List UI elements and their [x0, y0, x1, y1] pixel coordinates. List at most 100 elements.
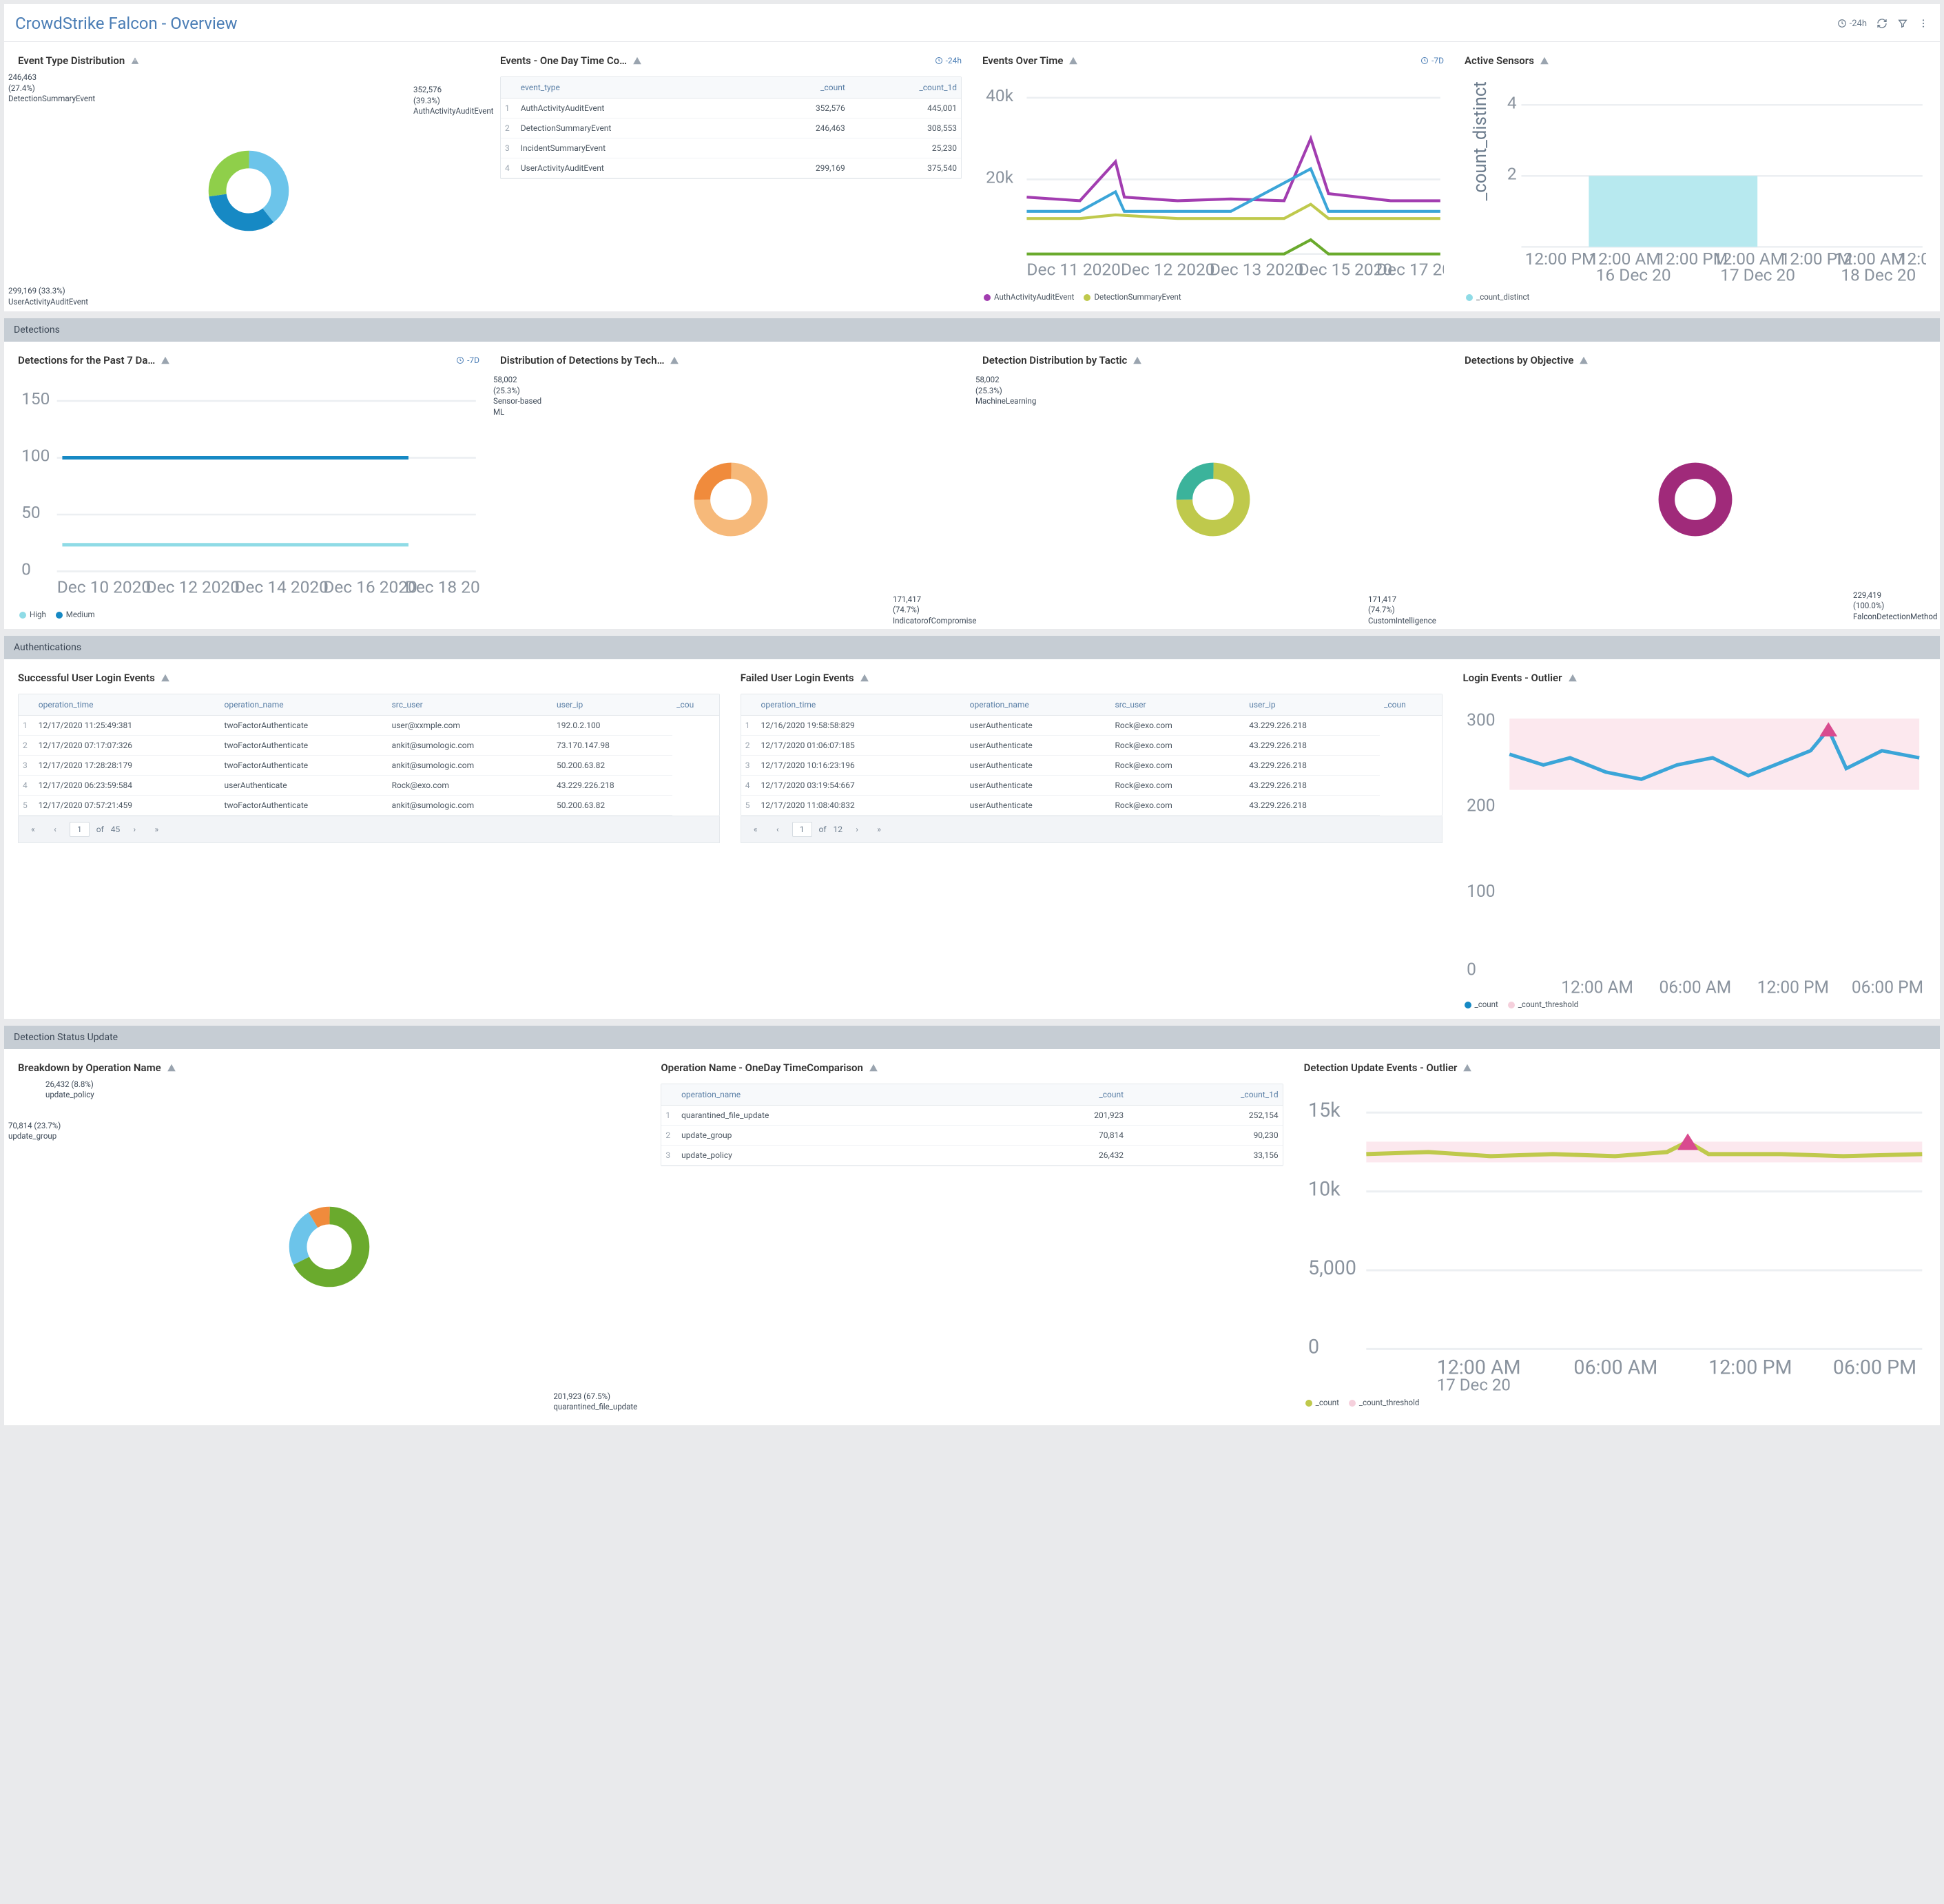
section-auth: Authentications: [4, 636, 1940, 659]
col[interactable]: _coun: [1380, 694, 1442, 716]
chart-login-outlier[interactable]: 300 200 100 0 12:00 AM17 Dec 20 06:00 AM…: [1456, 690, 1934, 1019]
table-row[interactable]: 3update_policy26,43233,156: [661, 1145, 1282, 1165]
legend-item: Medium: [66, 610, 95, 619]
panel-title: Detections for the Past 7 Da…: [18, 354, 155, 366]
panel-failed-login: Failed User Login Events operation_time …: [734, 666, 1449, 1019]
svg-text:4: 4: [1507, 92, 1517, 112]
chart-breakdown-op[interactable]: 26,432 (8.8%) update_policy 70,814 (23.7…: [11, 1079, 647, 1417]
col[interactable]: operation_name: [966, 694, 1111, 716]
chart-detections-7d[interactable]: 150 100 50 0 Dec 10 2020 Dec 12 2020 Dec…: [11, 372, 486, 629]
page-title: CrowdStrike Falcon - Overview: [15, 14, 238, 33]
table-success-login[interactable]: operation_time operation_name src_user u…: [18, 694, 720, 816]
legend: _count _count_threshold: [1304, 1395, 1926, 1410]
chart-dist-by-tactic[interactable]: 58,002 (25.3%) MachineLearning 171,417 (…: [975, 372, 1451, 629]
chart-det-update-outlier[interactable]: 15k 10k 5,000 0 12:00 AM17 Dec 20 06:00 …: [1297, 1079, 1933, 1417]
table-row[interactable]: 412/17/2020 03:19:54:667userAuthenticate…: [741, 776, 1442, 796]
refresh-icon[interactable]: [1876, 18, 1888, 29]
svg-text:0: 0: [21, 559, 31, 579]
time-label: -24h: [946, 56, 962, 65]
col[interactable]: operation_name: [677, 1084, 1000, 1106]
col[interactable]: _cou: [672, 694, 719, 716]
pager-next-icon[interactable]: ›: [849, 822, 865, 837]
pager-next-icon[interactable]: ›: [127, 822, 142, 837]
table-row[interactable]: 112/17/2020 11:25:49:381twoFactorAuthent…: [19, 716, 719, 736]
filter-icon[interactable]: [1897, 18, 1908, 29]
col[interactable]: user_ip: [552, 694, 672, 716]
section-detections: Detections: [4, 318, 1940, 342]
pager-first-icon[interactable]: «: [25, 822, 41, 837]
time-range-button[interactable]: -24h: [1837, 19, 1867, 29]
panel-time-badge[interactable]: -7D: [456, 355, 479, 365]
slice-label-b: 171,417 (74.7%) IndicatorofCompromise: [893, 594, 969, 627]
pager-prev-icon[interactable]: ‹: [770, 822, 785, 837]
col[interactable]: operation_time: [757, 694, 966, 716]
panel-title: Events - One Day Time Co…: [500, 54, 627, 67]
svg-text:Dec 12 2020: Dec 12 2020: [146, 577, 240, 597]
pager-last-icon[interactable]: »: [149, 822, 164, 837]
svg-text:50: 50: [21, 502, 41, 522]
panel-events-over-time: Events Over Time -7D 40k 20k: [975, 49, 1451, 311]
svg-text:10k: 10k: [1308, 1177, 1341, 1201]
warn-icon: [167, 1063, 176, 1073]
pager-last-icon[interactable]: »: [871, 822, 887, 837]
panel-active-sensors: Active Sensors _count_distinct 4 2 12:00…: [1458, 49, 1933, 311]
table-row[interactable]: 312/17/2020 10:16:23:196userAuthenticate…: [741, 756, 1442, 776]
col[interactable]: src_user: [388, 694, 552, 716]
pager-current[interactable]: 1: [70, 822, 90, 837]
svg-text:12:00 PM: 12:00 PM: [1757, 977, 1828, 997]
table-row[interactable]: 212/17/2020 07:17:07:326twoFactorAuthent…: [19, 736, 719, 756]
svg-text:Dec 18 2020: Dec 18 2020: [405, 577, 479, 597]
svg-text:100: 100: [1467, 881, 1495, 901]
svg-text:_count_distinct: _count_distinct: [1470, 81, 1491, 200]
chart-active-sensors[interactable]: _count_distinct 4 2 12:00 PM 12:00 AM16 …: [1458, 72, 1933, 311]
legend: High Medium: [18, 607, 479, 622]
slice-label-c: 201,923 (67.5%) quarantined_file_update: [553, 1391, 650, 1413]
table-row[interactable]: 2update_group70,81490,230: [661, 1125, 1282, 1145]
table-row[interactable]: 412/17/2020 06:23:59:584userAuthenticate…: [19, 776, 719, 796]
table-row[interactable]: 1AuthActivityAuditEvent352,576445,001: [501, 99, 961, 118]
table-row[interactable]: 312/17/2020 17:28:28:179twoFactorAuthent…: [19, 756, 719, 776]
table-row[interactable]: 3IncidentSummaryEvent25,230: [501, 138, 961, 158]
col[interactable]: user_ip: [1245, 694, 1380, 716]
svg-text:15k: 15k: [1308, 1098, 1341, 1121]
col[interactable]: _count: [1000, 1084, 1128, 1106]
chart-det-by-obj[interactable]: 229,419 (100.0%) FalconDetectionMethod: [1458, 372, 1933, 629]
svg-text:150: 150: [21, 389, 50, 408]
panel-time-badge[interactable]: -24h: [935, 56, 962, 65]
chart-dist-by-tech[interactable]: 58,002 (25.3%) Sensor-based ML 171,417 (…: [493, 372, 969, 629]
pager-prev-icon[interactable]: ‹: [48, 822, 63, 837]
warn-icon: [632, 56, 642, 65]
table-row[interactable]: 4UserActivityAuditEvent299,169375,540: [501, 158, 961, 178]
table-row[interactable]: 2DetectionSummaryEvent246,463308,553: [501, 118, 961, 138]
svg-text:17 Dec 20: 17 Dec 20: [1561, 995, 1624, 996]
table-row[interactable]: 512/17/2020 07:57:21:459twoFactorAuthent…: [19, 796, 719, 816]
table-row[interactable]: 212/17/2020 01:06:07:185userAuthenticate…: [741, 736, 1442, 756]
panel-time-badge[interactable]: -7D: [1420, 56, 1444, 65]
panel-detections-7d: Detections for the Past 7 Da… -7D 150 10…: [11, 349, 486, 629]
panel-det-update-outlier: Detection Update Events - Outlier 15k 10…: [1297, 1056, 1933, 1417]
col[interactable]: operation_time: [34, 694, 220, 716]
panel-det-by-obj: Detections by Objective 229,419 (100.0%)…: [1458, 349, 1933, 629]
col-count-1d[interactable]: _count_1d: [849, 77, 961, 99]
legend-item: _count_threshold: [1518, 1000, 1579, 1009]
table-row[interactable]: 1quarantined_file_update201,923252,154: [661, 1105, 1282, 1125]
section-status: Detection Status Update: [4, 1026, 1940, 1049]
col[interactable]: operation_name: [220, 694, 388, 716]
svg-text:Dec 11 2020: Dec 11 2020: [1026, 260, 1121, 280]
col[interactable]: _count_1d: [1128, 1084, 1283, 1106]
pager-first-icon[interactable]: «: [748, 822, 763, 837]
col-count[interactable]: _count: [757, 77, 849, 99]
legend-item: DetectionSummaryEvent: [1094, 292, 1181, 302]
chart-event-type-dist[interactable]: 352,576 (39.3%) AuthActivityAuditEvent 2…: [11, 72, 486, 311]
table-row[interactable]: 112/16/2020 19:58:58:829userAuthenticate…: [741, 716, 1442, 736]
table-op-oneday[interactable]: operation_name _count _count_1d 1quarant…: [661, 1084, 1283, 1166]
pager-current[interactable]: 1: [792, 822, 812, 837]
legend: _count _count_threshold: [1463, 997, 1927, 1012]
chart-events-over-time[interactable]: 40k 20k Dec 11 2020 Dec 12 2020 Dec 13 2…: [975, 72, 1451, 311]
more-icon[interactable]: [1918, 18, 1929, 29]
col[interactable]: src_user: [1111, 694, 1245, 716]
table-row[interactable]: 512/17/2020 11:08:40:832userAuthenticate…: [741, 796, 1442, 816]
col-event-type[interactable]: event_type: [517, 77, 758, 99]
table-events-oneday[interactable]: event_type _count _count_1d 1AuthActivit…: [500, 76, 962, 179]
table-failed-login[interactable]: operation_time operation_name src_user u…: [741, 694, 1443, 816]
